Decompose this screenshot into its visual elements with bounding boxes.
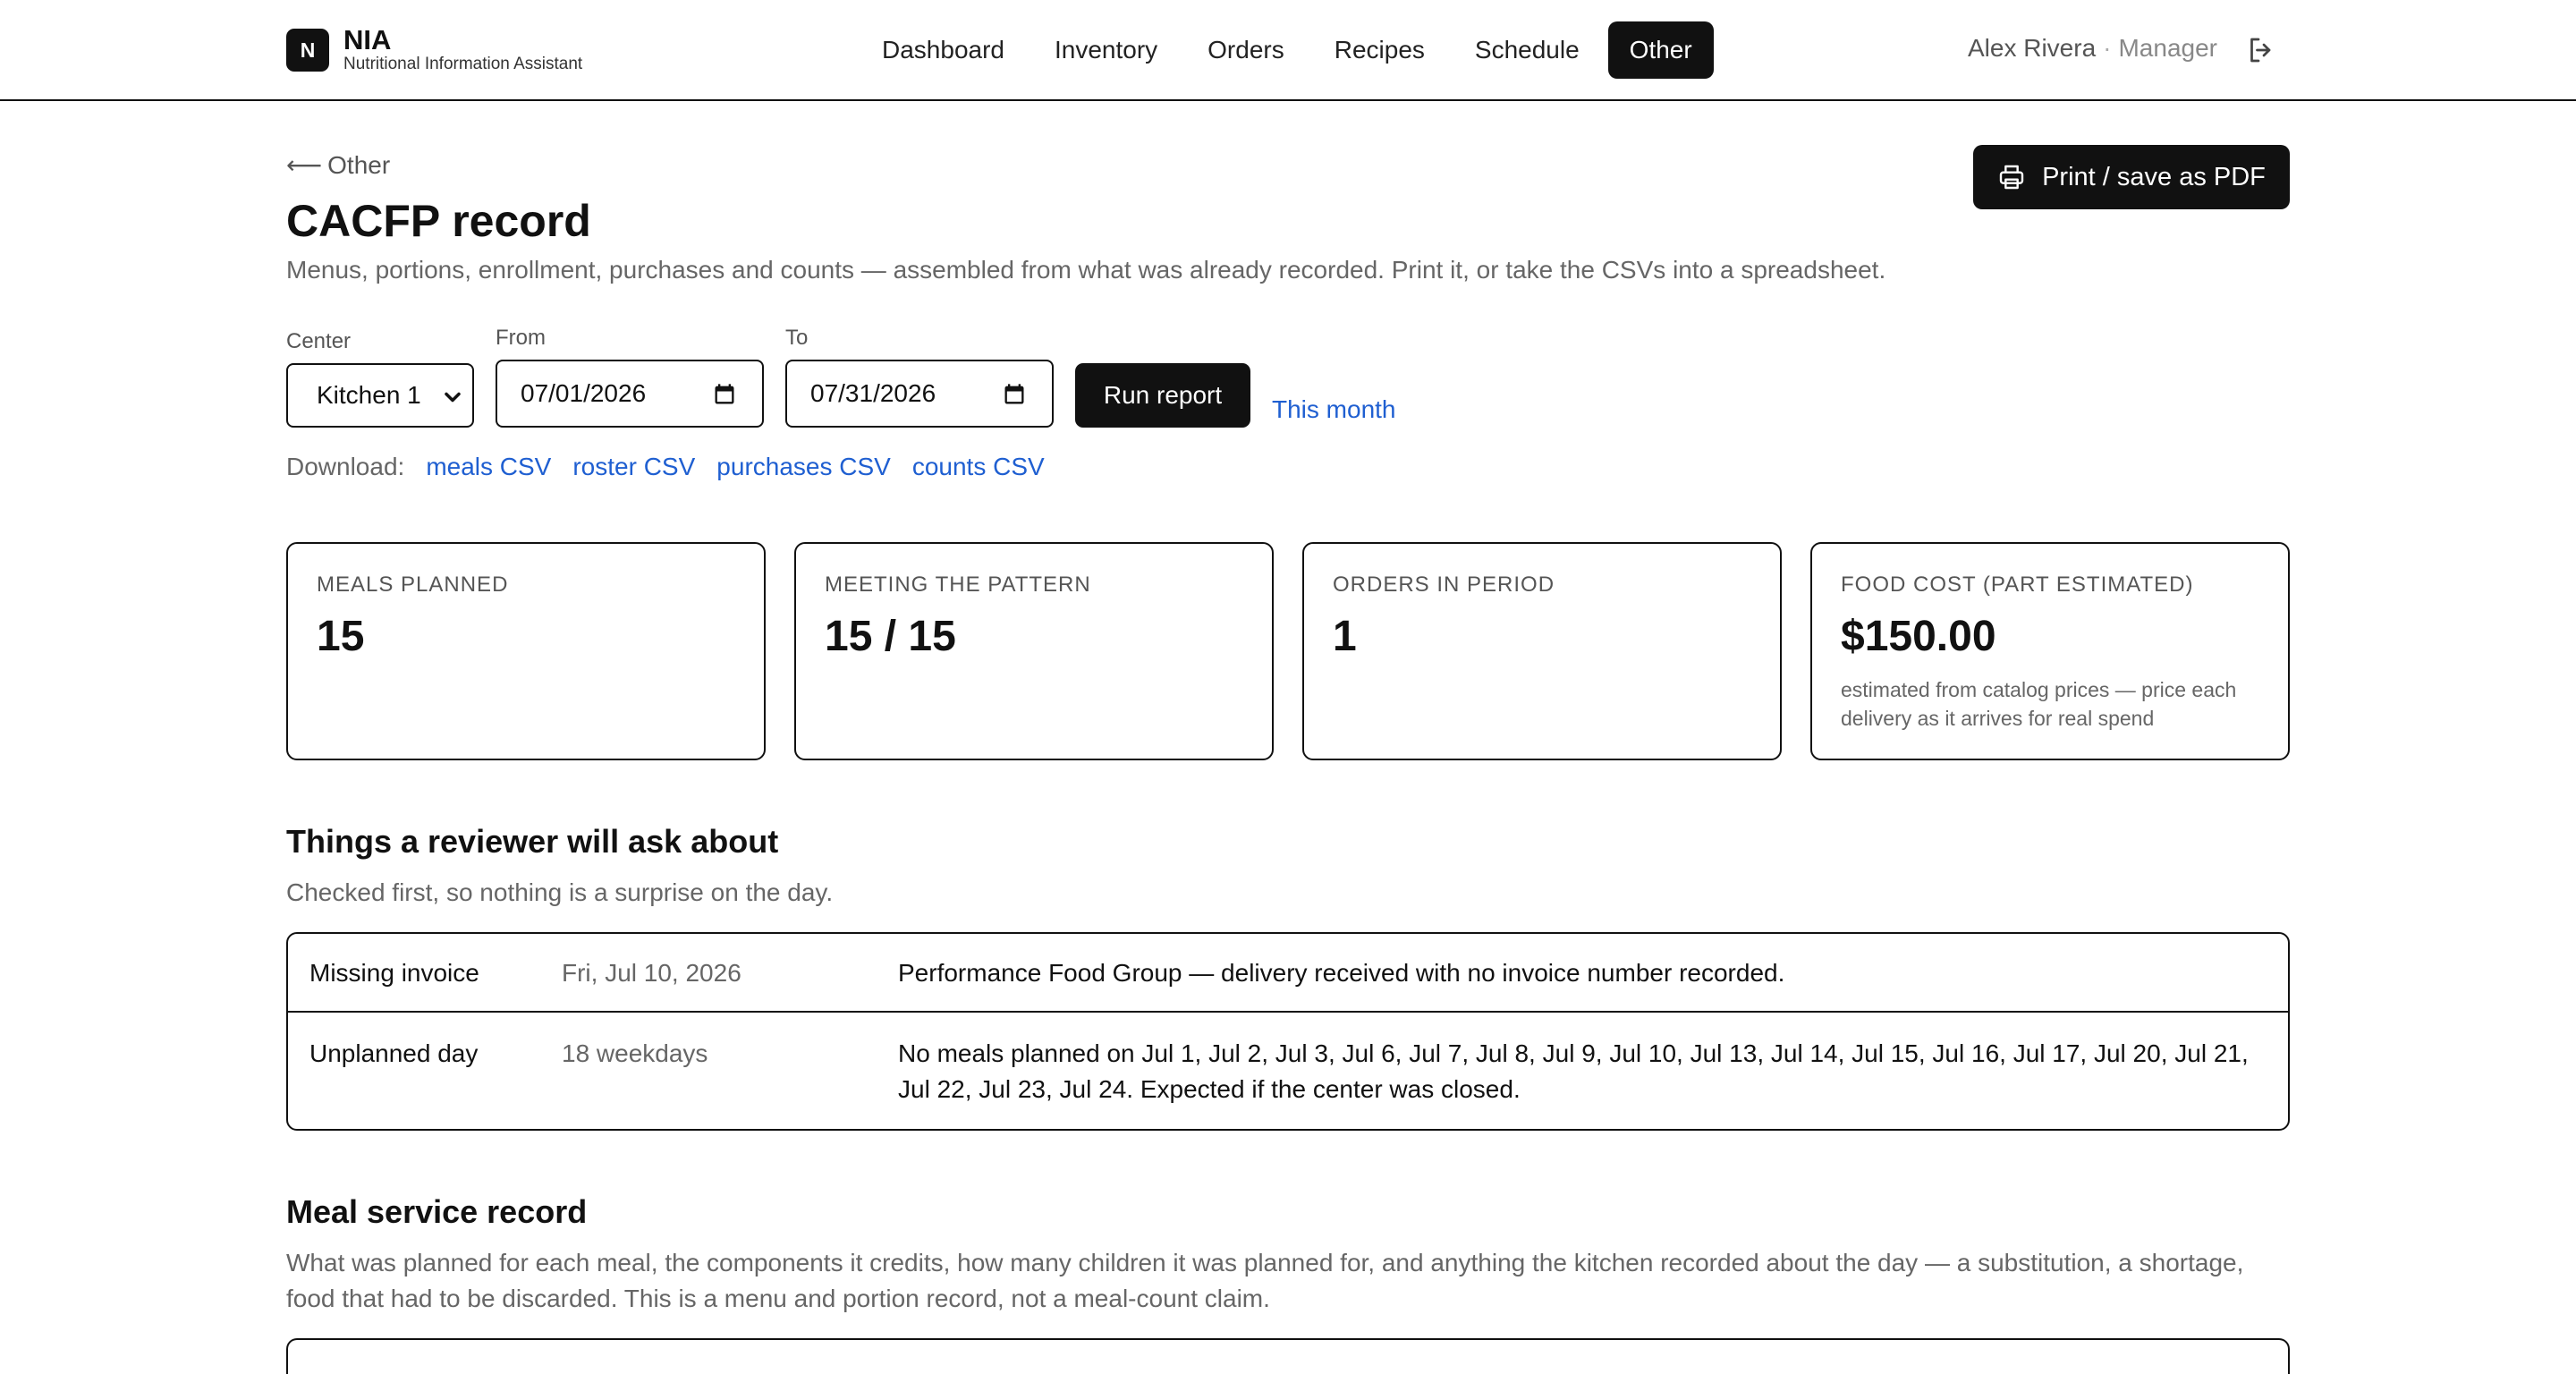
stat-value: 1 — [1333, 613, 1357, 660]
meal-service-section-desc: What was planned for each meal, the comp… — [286, 1249, 2244, 1312]
print-button-label: Print / save as PDF — [2042, 162, 2266, 191]
chevron-down-icon — [445, 392, 461, 403]
from-date-input[interactable]: 07/01/2026 — [496, 360, 764, 428]
from-label: From — [496, 326, 546, 350]
this-month-link[interactable]: This month — [1272, 395, 1396, 424]
review-issues-table: Missing invoice Fri, Jul 10, 2026 Perfor… — [286, 932, 2290, 1131]
calendar-icon[interactable] — [712, 382, 737, 407]
logout-icon[interactable] — [2245, 34, 2277, 66]
page-subtitle: Menus, portions, enrollment, purchases a… — [286, 256, 1886, 284]
issue-type: Unplanned day — [309, 1039, 479, 1067]
download-counts-csv-link[interactable]: counts CSV — [912, 453, 1045, 481]
nav-item-schedule[interactable]: Schedule — [1453, 21, 1601, 79]
back-link-label: Other — [327, 150, 391, 179]
run-report-button[interactable]: Run report — [1075, 363, 1250, 428]
center-select[interactable]: Kitchen 1 — [286, 363, 474, 428]
print-button[interactable]: Print / save as PDF — [1973, 145, 2290, 209]
brand-text: NIA Nutritional Information Assistant — [343, 26, 582, 74]
nav-item-inventory[interactable]: Inventory — [1033, 21, 1179, 79]
nav-item-recipes[interactable]: Recipes — [1313, 21, 1446, 79]
from-date-value: 07/01/2026 — [521, 379, 647, 407]
center-select-value: Kitchen 1 — [317, 381, 421, 409]
brand[interactable]: N NIA Nutritional Information Assistant — [286, 26, 582, 74]
issue-when: Fri, Jul 10, 2026 — [562, 959, 741, 987]
download-meals-csv-link[interactable]: meals CSV — [426, 453, 551, 481]
meal-service-section-title: Meal service record — [286, 1193, 588, 1230]
brand-name: NIA — [343, 24, 392, 55]
stat-value: 15 / 15 — [825, 613, 956, 660]
stat-card-orders-in-period: ORDERS IN PERIOD 1 — [1302, 542, 1782, 760]
stat-label: MEETING THE PATTERN — [825, 572, 1091, 597]
printer-icon — [1999, 165, 2024, 190]
user-separator: · — [2103, 34, 2112, 62]
issue-detail: No meals planned on Jul 1, Jul 2, Jul 3,… — [898, 1039, 2249, 1103]
to-date-input[interactable]: 07/31/2026 — [785, 360, 1054, 428]
stat-label: ORDERS IN PERIOD — [1333, 572, 1555, 597]
top-navigation-bar: N NIA Nutritional Information Assistant … — [0, 0, 2576, 101]
issue-type: Missing invoice — [309, 959, 479, 987]
center-label: Center — [286, 329, 352, 353]
stat-card-food-cost: FOOD COST (PART ESTIMATED) $150.00 estim… — [1810, 542, 2290, 760]
review-section-title: Things a reviewer will ask about — [286, 823, 779, 860]
issue-detail: Performance Food Group — delivery receiv… — [898, 959, 1785, 987]
calendar-icon[interactable] — [1002, 382, 1027, 407]
main-nav: Dashboard Inventory Orders Recipes Sched… — [860, 21, 1721, 79]
issue-when: 18 weekdays — [562, 1039, 708, 1067]
table-row: Missing invoice Fri, Jul 10, 2026 Perfor… — [288, 934, 2288, 1013]
user-info: Alex Rivera · Manager — [1968, 34, 2217, 63]
stat-card-meeting-pattern: MEETING THE PATTERN 15 / 15 — [794, 542, 1274, 760]
download-roster-csv-link[interactable]: roster CSV — [572, 453, 695, 481]
stat-label: FOOD COST (PART ESTIMATED) — [1841, 572, 2194, 597]
stat-note: estimated from catalog prices — price ea… — [1841, 678, 2237, 730]
user-name: Alex Rivera — [1967, 34, 2097, 62]
nav-item-other[interactable]: Other — [1607, 21, 1714, 79]
download-purchases-csv-link[interactable]: purchases CSV — [716, 453, 891, 481]
stat-card-meals-planned: MEALS PLANNED 15 — [286, 542, 766, 760]
meal-service-table — [286, 1338, 2290, 1374]
back-arrow-icon: ⟵ — [286, 151, 323, 179]
back-link[interactable]: ⟵ Other — [286, 150, 390, 180]
download-label: Download: — [286, 453, 405, 480]
brand-subtitle: Nutritional Information Assistant — [343, 55, 583, 73]
brand-logo: N — [286, 29, 329, 72]
nav-item-dashboard[interactable]: Dashboard — [860, 21, 1026, 79]
stat-value: $150.00 — [1841, 613, 1996, 660]
stat-label: MEALS PLANNED — [317, 572, 509, 597]
page-title: CACFP record — [286, 196, 591, 246]
to-date-value: 07/31/2026 — [810, 379, 936, 407]
user-role: Manager — [2118, 34, 2217, 62]
to-label: To — [785, 326, 809, 350]
review-section-desc: Checked first, so nothing is a surprise … — [286, 878, 834, 906]
stat-value: 15 — [317, 613, 365, 660]
table-row: Unplanned day 18 weekdays No meals plann… — [288, 1013, 2288, 1129]
nav-item-orders[interactable]: Orders — [1186, 21, 1306, 79]
downloads-row: Download: meals CSV roster CSV purchases… — [286, 453, 1066, 481]
